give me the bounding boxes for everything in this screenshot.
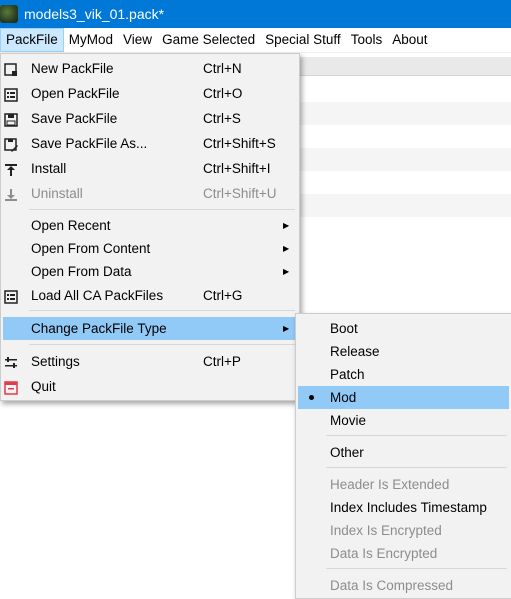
- menu-item-install[interactable]: Install Ctrl+Shift+I: [1, 157, 299, 180]
- menu-item-label: Open PackFile: [31, 86, 120, 101]
- submenu-arrow-icon: ▶: [283, 267, 290, 276]
- save-as-icon: [4, 136, 18, 152]
- submenu-item-other[interactable]: Other: [296, 441, 511, 464]
- menu-item-label: Release: [330, 344, 380, 359]
- submenu-item-data-is-encrypted[interactable]: Data Is Encrypted: [296, 542, 511, 565]
- table-row: [300, 102, 511, 125]
- menu-item-shortcut: Ctrl+N: [203, 61, 242, 76]
- window-title: models3_vik_01.pack*: [24, 6, 165, 22]
- menu-item-save-packfile[interactable]: Save PackFile Ctrl+S: [1, 107, 299, 130]
- menu-item-shortcut: Ctrl+G: [203, 288, 243, 303]
- menu-separator: [326, 467, 507, 468]
- submenu-item-header-is-extended[interactable]: Header Is Extended: [296, 473, 511, 496]
- submenu-arrow-icon: ▶: [283, 324, 290, 333]
- install-icon: [4, 161, 18, 176]
- menu-tools[interactable]: Tools: [346, 28, 388, 52]
- menu-about[interactable]: About: [387, 28, 432, 52]
- packfile-menu: New PackFile Ctrl+N Open PackFile Ctrl+O…: [0, 53, 300, 401]
- menu-item-label: Load All CA PackFiles: [31, 288, 164, 303]
- menu-item-label: Change PackFile Type: [31, 321, 167, 336]
- menu-bar: PackFile MyMod View Game Selected Specia…: [0, 28, 511, 53]
- submenu-item-release[interactable]: Release: [296, 340, 511, 363]
- table-row: [300, 148, 511, 171]
- new-packfile-icon: [4, 61, 18, 76]
- open-packfile-icon: [4, 86, 18, 102]
- menu-item-save-packfile-as[interactable]: Save PackFile As... Ctrl+Shift+S: [1, 132, 299, 155]
- submenu-item-boot[interactable]: Boot: [296, 317, 511, 340]
- title-bar: models3_vik_01.pack*: [0, 0, 511, 28]
- menu-item-label: Other: [330, 445, 364, 460]
- menu-item-settings[interactable]: Settings Ctrl+P: [1, 350, 299, 373]
- menu-item-shortcut: Ctrl+O: [203, 86, 243, 101]
- uninstall-icon: [4, 186, 18, 201]
- menu-item-shortcut: Ctrl+P: [203, 354, 241, 369]
- menu-item-open-from-data[interactable]: Open From Data ▶: [1, 260, 299, 283]
- app-icon: [0, 5, 18, 23]
- settings-icon: [4, 354, 18, 368]
- table-row: [300, 194, 511, 217]
- menu-item-load-all-ca-packfiles[interactable]: Load All CA PackFiles Ctrl+G: [1, 284, 299, 307]
- menu-separator: [29, 344, 295, 345]
- menu-item-label: Patch: [330, 367, 365, 382]
- menu-item-label: New PackFile: [31, 61, 114, 76]
- load-all-icon: [4, 288, 18, 304]
- menu-separator: [326, 435, 507, 436]
- menu-item-shortcut: Ctrl+Shift+U: [203, 186, 277, 201]
- menu-item-label: Movie: [330, 413, 367, 428]
- menu-item-label: Uninstall: [31, 186, 83, 201]
- menu-item-open-recent[interactable]: Open Recent ▶: [1, 214, 299, 237]
- menu-item-open-packfile[interactable]: Open PackFile Ctrl+O: [1, 82, 299, 105]
- menu-item-label: Mod: [330, 390, 357, 405]
- submenu-item-index-includes-timestamp[interactable]: Index Includes Timestamp: [296, 496, 511, 519]
- menu-item-label: Data Is Encrypted: [330, 546, 438, 561]
- submenu-arrow-icon: ▶: [283, 221, 290, 230]
- menu-item-shortcut: Ctrl+S: [203, 111, 241, 126]
- menu-item-new-packfile[interactable]: New PackFile Ctrl+N: [1, 57, 299, 80]
- menu-item-label: Data Is Compressed: [330, 578, 454, 593]
- menu-mymod[interactable]: MyMod: [64, 28, 118, 52]
- menu-item-label: Index Is Encrypted: [330, 523, 442, 538]
- menu-view[interactable]: View: [118, 28, 157, 52]
- menu-item-label: Install: [31, 161, 67, 176]
- menu-item-uninstall[interactable]: Uninstall Ctrl+Shift+U: [1, 182, 299, 205]
- menu-separator: [29, 209, 295, 210]
- submenu-item-index-is-encrypted[interactable]: Index Is Encrypted: [296, 519, 511, 542]
- menu-item-change-packfile-type[interactable]: Change PackFile Type ▶: [3, 317, 297, 340]
- quit-icon: [4, 379, 18, 395]
- save-icon: [4, 111, 18, 127]
- menu-item-label: Open Recent: [31, 218, 111, 233]
- submenu-item-data-is-compressed[interactable]: Data Is Compressed: [296, 574, 511, 597]
- menu-item-label: Save PackFile As...: [31, 136, 148, 151]
- menu-item-shortcut: Ctrl+Shift+S: [203, 136, 276, 151]
- menu-item-open-from-content[interactable]: Open From Content ▶: [1, 237, 299, 260]
- submenu-item-movie[interactable]: Movie: [296, 409, 511, 432]
- menu-item-label: Quit: [31, 379, 56, 394]
- menu-item-quit[interactable]: Quit: [1, 375, 299, 398]
- menu-item-label: Open From Content: [31, 241, 151, 256]
- menu-item-label: Settings: [31, 354, 80, 369]
- menu-item-shortcut: Ctrl+Shift+I: [203, 161, 271, 176]
- menu-item-label: Index Includes Timestamp: [330, 500, 487, 515]
- submenu-arrow-icon: ▶: [283, 244, 290, 253]
- tree-header: [300, 57, 511, 76]
- submenu-item-mod[interactable]: Mod: [298, 386, 509, 409]
- menu-packfile[interactable]: PackFile: [0, 28, 64, 52]
- radio-bullet-icon: [309, 395, 314, 400]
- menu-separator: [29, 310, 295, 311]
- menu-item-label: Save PackFile: [31, 111, 118, 126]
- menu-item-label: Boot: [330, 321, 358, 336]
- menu-game-selected[interactable]: Game Selected: [157, 28, 260, 52]
- submenu-item-patch[interactable]: Patch: [296, 363, 511, 386]
- packfile-type-submenu: Boot Release Patch Mod Movie Other Heade…: [295, 313, 511, 599]
- menu-separator: [326, 568, 507, 569]
- menu-special-stuff[interactable]: Special Stuff: [260, 28, 346, 52]
- menu-item-label: Open From Data: [31, 264, 132, 279]
- menu-item-label: Header Is Extended: [330, 477, 450, 492]
